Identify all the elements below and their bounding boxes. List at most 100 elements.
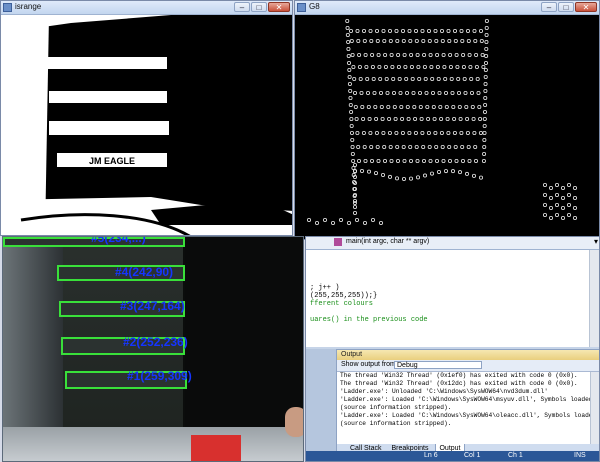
edge-dot bbox=[366, 105, 371, 110]
edges-titlebar[interactable]: G8 – □ ✕ bbox=[295, 1, 599, 15]
edge-dot bbox=[454, 53, 459, 58]
edge-dot bbox=[481, 65, 486, 70]
edge-dot bbox=[450, 169, 455, 174]
close-button[interactable]: ✕ bbox=[268, 2, 290, 12]
edge-dot bbox=[374, 171, 379, 176]
edge-dot bbox=[349, 124, 354, 129]
edge-dot bbox=[355, 217, 360, 222]
edge-dot bbox=[479, 38, 484, 43]
edge-dot bbox=[542, 192, 547, 197]
output-text[interactable]: The thread 'Win32 Thread' (0x1ef0) has e… bbox=[337, 372, 592, 444]
edge-dot bbox=[346, 39, 351, 44]
edge-dot bbox=[448, 65, 453, 70]
edge-dot bbox=[352, 77, 357, 82]
edge-dot bbox=[353, 91, 358, 96]
edge-dot bbox=[456, 77, 461, 82]
edge-dot bbox=[376, 53, 381, 58]
edge-dot bbox=[428, 158, 433, 163]
edge-dot bbox=[349, 110, 354, 115]
edge-dot bbox=[440, 38, 445, 43]
edge-dot bbox=[396, 158, 401, 163]
edge-dot bbox=[381, 173, 386, 178]
edge-dot bbox=[427, 38, 432, 43]
code-editor[interactable]: ; j++ ) (255,255,255));} fferent colours… bbox=[306, 250, 591, 347]
edge-dot bbox=[484, 25, 489, 30]
edge-dot bbox=[393, 117, 398, 122]
edge-dot bbox=[370, 53, 375, 58]
output-scrollbar[interactable] bbox=[590, 372, 599, 444]
output-line: (source information stripped). bbox=[340, 420, 452, 427]
maximize-button[interactable]: □ bbox=[558, 2, 574, 12]
edge-dot bbox=[379, 91, 384, 96]
edge-dot bbox=[353, 198, 358, 203]
edge-dot bbox=[376, 158, 381, 163]
edge-dot bbox=[433, 131, 438, 136]
edge-dot bbox=[467, 158, 472, 163]
edge-dot bbox=[439, 117, 444, 122]
edge-dot bbox=[473, 38, 478, 43]
edge-dot bbox=[572, 185, 577, 190]
minimize-button[interactable]: – bbox=[234, 2, 250, 12]
edge-dot bbox=[465, 131, 470, 136]
edge-dot bbox=[484, 32, 489, 37]
threshold-image: JM EAGLE bbox=[1, 15, 292, 235]
edge-dot bbox=[566, 192, 571, 197]
edge-dot bbox=[572, 205, 577, 210]
edge-dot bbox=[405, 105, 410, 110]
edge-dot bbox=[399, 105, 404, 110]
edge-dot bbox=[459, 28, 464, 33]
edge-dot bbox=[362, 144, 367, 149]
edge-dot bbox=[359, 91, 364, 96]
edge-dot bbox=[349, 38, 354, 43]
edge-dot bbox=[444, 105, 449, 110]
camera-view: #5(234,...) #4(242,90) #3(247,164) #2(25… bbox=[2, 236, 304, 462]
edge-dot bbox=[434, 158, 439, 163]
edge-dot bbox=[345, 25, 350, 30]
edge-dot bbox=[348, 96, 353, 101]
edges-window[interactable]: G8 – □ ✕ bbox=[294, 0, 600, 240]
edge-dot bbox=[416, 65, 421, 70]
edge-dot bbox=[476, 91, 481, 96]
status-char: Ch 1 bbox=[508, 452, 523, 459]
maximize-button[interactable]: □ bbox=[251, 2, 267, 12]
chevron-down-icon[interactable]: ▾ bbox=[594, 237, 598, 246]
close-button[interactable]: ✕ bbox=[575, 2, 597, 12]
edge-dot bbox=[346, 54, 351, 59]
status-bar: Ln 6 Col 1 Ch 1 INS bbox=[306, 451, 599, 461]
edge-dot bbox=[572, 195, 577, 200]
edge-dot bbox=[408, 144, 413, 149]
function-dropdown[interactable]: main(int argc, char ** argv) bbox=[346, 238, 429, 245]
edge-dot bbox=[478, 175, 483, 180]
edge-dot bbox=[442, 65, 447, 70]
edge-dot bbox=[436, 77, 441, 82]
edge-dot bbox=[483, 89, 488, 94]
editor-scrollbar[interactable] bbox=[589, 250, 599, 347]
edge-dot bbox=[407, 28, 412, 33]
minimize-button[interactable]: – bbox=[541, 2, 557, 12]
edge-dot bbox=[354, 117, 359, 122]
threshold-window[interactable]: isrange – □ ✕ JM EAGLE bbox=[0, 0, 293, 236]
edge-dot bbox=[402, 176, 407, 181]
output-line: 'Ladder.exe': Loaded 'C:\Windows\SysWOW6… bbox=[340, 412, 592, 419]
ide-window[interactable]: main(int argc, char ** argv) ▾ ; j++ ) (… bbox=[305, 236, 600, 462]
edge-dot bbox=[385, 91, 390, 96]
threshold-titlebar[interactable]: isrange – □ ✕ bbox=[1, 1, 292, 15]
edge-dot bbox=[464, 105, 469, 110]
edge-dot bbox=[405, 91, 410, 96]
output-line: The thread 'Win32 Thread' (0x1ef0) has e… bbox=[340, 372, 578, 379]
function-dropdown-bar[interactable]: main(int argc, char ** argv) ▾ bbox=[306, 237, 599, 250]
edge-dot bbox=[389, 53, 394, 58]
edge-dot bbox=[431, 105, 436, 110]
edge-dot bbox=[413, 131, 418, 136]
edge-dot bbox=[483, 96, 488, 101]
edge-dot bbox=[358, 77, 363, 82]
output-panel[interactable]: Output Show output from: Debug The threa… bbox=[336, 349, 599, 461]
edge-dot bbox=[451, 105, 456, 110]
edge-dot bbox=[453, 144, 458, 149]
output-source-select[interactable]: Debug bbox=[394, 361, 482, 369]
edge-dot bbox=[478, 117, 483, 122]
edge-dot bbox=[415, 158, 420, 163]
edge-dot bbox=[406, 117, 411, 122]
edge-dot bbox=[349, 28, 354, 33]
edge-dot bbox=[361, 117, 366, 122]
